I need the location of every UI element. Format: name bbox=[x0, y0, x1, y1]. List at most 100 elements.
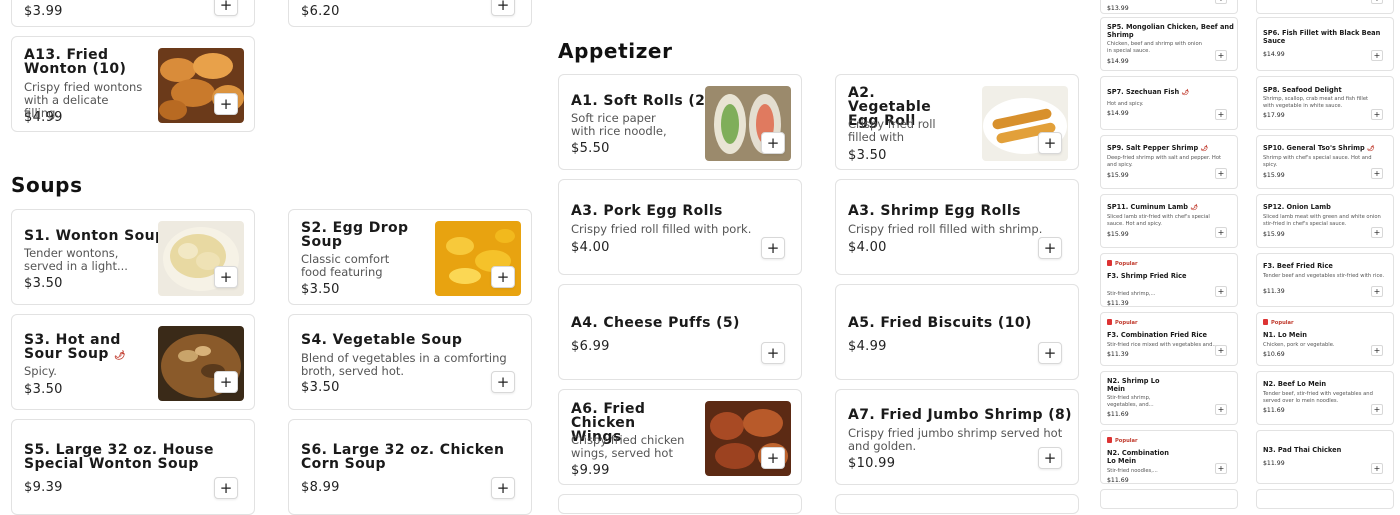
item-description: Crispy fried roll filled with pork. bbox=[571, 223, 752, 236]
add-button[interactable]: + bbox=[1038, 132, 1062, 154]
item-price: $10.99 bbox=[848, 456, 896, 471]
menu-card-a4[interactable]: A4. Cheese Puffs (5) $6.99 + bbox=[558, 284, 802, 380]
add-button[interactable]: + bbox=[491, 477, 515, 499]
add-button[interactable]: + bbox=[1371, 109, 1383, 120]
add-button[interactable]: + bbox=[1215, 227, 1227, 238]
popular-icon bbox=[1263, 319, 1268, 325]
mini-card-sp7[interactable]: SP7. Szechuan Fish 🌶 Hot and spicy. $14.… bbox=[1100, 76, 1238, 130]
add-button[interactable]: + bbox=[761, 342, 785, 364]
menu-card-s1[interactable]: S1. Wonton Soup Tender wontons, served i… bbox=[11, 209, 255, 305]
mini-card-partial-right[interactable] bbox=[1256, 489, 1394, 509]
add-button[interactable]: + bbox=[214, 93, 238, 115]
add-button[interactable]: + bbox=[214, 0, 238, 16]
add-button[interactable]: + bbox=[491, 0, 515, 16]
mini-card-f3-shrimp[interactable]: Popular F3. Shrimp Fried Rice Stir-fried… bbox=[1100, 253, 1238, 307]
add-button[interactable]: + bbox=[1038, 447, 1062, 469]
mini-card-sp9[interactable]: SP9. Salt Pepper Shrimp 🌶 Deep-fried shr… bbox=[1100, 135, 1238, 189]
mini-card-sp11[interactable]: SP11. Cuminum Lamb 🌶 Sliced lamb stir-fr… bbox=[1100, 194, 1238, 248]
menu-card-a3-pork[interactable]: A3. Pork Egg Rolls Crispy fried roll fil… bbox=[558, 179, 802, 275]
add-button[interactable]: + bbox=[1215, 286, 1227, 297]
mini-card-n1[interactable]: Popular N1. Lo Mein Chicken, pork or veg… bbox=[1256, 312, 1394, 366]
add-button[interactable]: + bbox=[1371, 345, 1383, 356]
menu-card-a2[interactable]: A2. Vegetable Egg Roll Crispy fried roll… bbox=[835, 74, 1079, 170]
add-button[interactable]: + bbox=[1371, 168, 1383, 179]
mini-card-n3[interactable]: N3. Pad Thai Chicken $11.99 + bbox=[1256, 430, 1394, 484]
item-description: Shrimp with chef's special sauce. Hot an… bbox=[1263, 155, 1372, 168]
mini-card-n2-beef[interactable]: N2. Beef Lo Mein Tender beef, stir-fried… bbox=[1256, 371, 1394, 425]
item-price: $13.99 bbox=[1107, 5, 1129, 12]
menu-card-partial-left[interactable] bbox=[558, 494, 802, 514]
mini-card-n2-combination[interactable]: Popular N2. Combination Lo Mein Stir-fri… bbox=[1100, 430, 1238, 484]
item-description: Sliced lamb stir-fried with chef's speci… bbox=[1107, 214, 1210, 227]
mini-card-n2-shrimp[interactable]: N2. Shrimp Lo Mein Stir-fried shrimp, ve… bbox=[1100, 371, 1238, 425]
add-button[interactable]: + bbox=[1371, 286, 1383, 297]
menu-card-partial-right[interactable] bbox=[835, 494, 1079, 514]
mini-card-f3-combination[interactable]: Popular F3. Combination Fried Rice Stir-… bbox=[1100, 312, 1238, 366]
add-button[interactable]: + bbox=[761, 447, 785, 469]
menu-card-top-left[interactable]: $3.99 + bbox=[11, 0, 255, 27]
mini-card-sp8[interactable]: SP8. Seafood Delight Shrimp, scallop, cr… bbox=[1256, 76, 1394, 130]
add-button[interactable]: + bbox=[1371, 0, 1383, 4]
mini-card-top-left[interactable]: $13.99 + bbox=[1100, 0, 1238, 14]
add-button[interactable]: + bbox=[1215, 0, 1227, 4]
item-price: $3.99 bbox=[24, 4, 63, 19]
add-button[interactable]: + bbox=[214, 477, 238, 499]
add-button[interactable]: + bbox=[1371, 404, 1383, 415]
menu-card-a1[interactable]: A1. Soft Rolls (2) Soft rice paper with … bbox=[558, 74, 802, 170]
item-price: $17.99 bbox=[1263, 112, 1285, 119]
mini-card-top-right[interactable]: + bbox=[1256, 0, 1394, 14]
item-title: SP7. Szechuan Fish 🌶 bbox=[1107, 88, 1189, 97]
menu-card-s5[interactable]: S5. Large 32 oz. House Special Wonton So… bbox=[11, 419, 255, 515]
item-price: $10.69 bbox=[1263, 351, 1285, 358]
menu-card-a3-shrimp[interactable]: A3. Shrimp Egg Rolls Crispy fried roll f… bbox=[835, 179, 1079, 275]
item-title: N3. Pad Thai Chicken bbox=[1263, 446, 1342, 454]
item-price: $4.00 bbox=[571, 240, 610, 255]
item-description: Stir-fried shrimp,... bbox=[1107, 291, 1156, 297]
add-button[interactable]: + bbox=[1215, 345, 1227, 356]
item-price: $14.99 bbox=[1263, 51, 1285, 58]
add-button[interactable]: + bbox=[1215, 404, 1227, 415]
add-button[interactable]: + bbox=[1215, 50, 1227, 61]
add-button[interactable]: + bbox=[1371, 227, 1383, 238]
spicy-icon: 🌶 bbox=[1367, 145, 1375, 152]
add-button[interactable]: + bbox=[761, 237, 785, 259]
mini-card-sp6[interactable]: SP6. Fish Fillet with Black Bean Sauce $… bbox=[1256, 17, 1394, 71]
menu-card-a5[interactable]: A5. Fried Biscuits (10) $4.99 + bbox=[835, 284, 1079, 380]
item-title: A13. Fried Wonton (10) bbox=[24, 47, 127, 77]
add-button[interactable]: + bbox=[1215, 463, 1227, 474]
add-button[interactable]: + bbox=[491, 266, 515, 288]
menu-card-a6[interactable]: A6. Fried Chicken Wings Crispy fried chi… bbox=[558, 389, 802, 485]
add-button[interactable]: + bbox=[761, 132, 785, 154]
mini-card-sp12[interactable]: SP12. Onion Lamb Sliced lamb meat with g… bbox=[1256, 194, 1394, 248]
menu-card-s2[interactable]: S2. Egg Drop Soup Classic comfort food f… bbox=[288, 209, 532, 305]
add-button[interactable]: + bbox=[491, 371, 515, 393]
menu-card-a7[interactable]: A7. Fried Jumbo Shrimp (8) Crispy fried … bbox=[835, 389, 1079, 485]
add-button[interactable]: + bbox=[1215, 168, 1227, 179]
item-description: Deep-fried shrimp with salt and pepper. … bbox=[1107, 155, 1222, 168]
add-button[interactable]: + bbox=[1038, 342, 1062, 364]
item-title-text: SP11. Cuminum Lamb bbox=[1107, 203, 1189, 211]
mini-card-f3-beef[interactable]: F3. Beef Fried Rice Tender beef and vege… bbox=[1256, 253, 1394, 307]
menu-card-s6[interactable]: S6. Large 32 oz. Chicken Corn Soup $8.99… bbox=[288, 419, 532, 515]
item-title: N2. Beef Lo Mein bbox=[1263, 380, 1327, 388]
menu-card-top-middle[interactable]: $6.20 + bbox=[288, 0, 532, 27]
add-button[interactable]: + bbox=[1215, 109, 1227, 120]
add-button[interactable]: + bbox=[1371, 463, 1383, 474]
item-description: Spicy. bbox=[24, 365, 57, 378]
mini-card-sp5[interactable]: SP5. Mongolian Chicken, Beef and Shrimp … bbox=[1100, 17, 1238, 71]
menu-card-s4[interactable]: S4. Vegetable Soup Blend of vegetables i… bbox=[288, 314, 532, 410]
item-title: S1. Wonton Soup bbox=[24, 228, 166, 244]
add-button[interactable]: + bbox=[214, 266, 238, 288]
menu-card-a13[interactable]: A13. Fried Wonton (10) Crispy fried wont… bbox=[11, 36, 255, 132]
item-price: $9.39 bbox=[24, 480, 63, 495]
item-title: A5. Fried Biscuits (10) bbox=[848, 315, 1032, 331]
item-title: SP9. Salt Pepper Shrimp 🌶 bbox=[1107, 144, 1208, 153]
mini-card-partial-left[interactable] bbox=[1100, 489, 1238, 509]
mini-card-sp10[interactable]: SP10. General Tso's Shrimp 🌶 Shrimp with… bbox=[1256, 135, 1394, 189]
add-button[interactable]: + bbox=[1371, 50, 1383, 61]
item-title: F3. Beef Fried Rice bbox=[1263, 262, 1333, 270]
add-button[interactable]: + bbox=[1038, 237, 1062, 259]
item-description: Soft rice paper with rice noodle, bean..… bbox=[571, 112, 667, 138]
add-button[interactable]: + bbox=[214, 371, 238, 393]
menu-card-s3[interactable]: S3. Hot and Sour Soup 🌶 Spicy. $3.50 + bbox=[11, 314, 255, 410]
